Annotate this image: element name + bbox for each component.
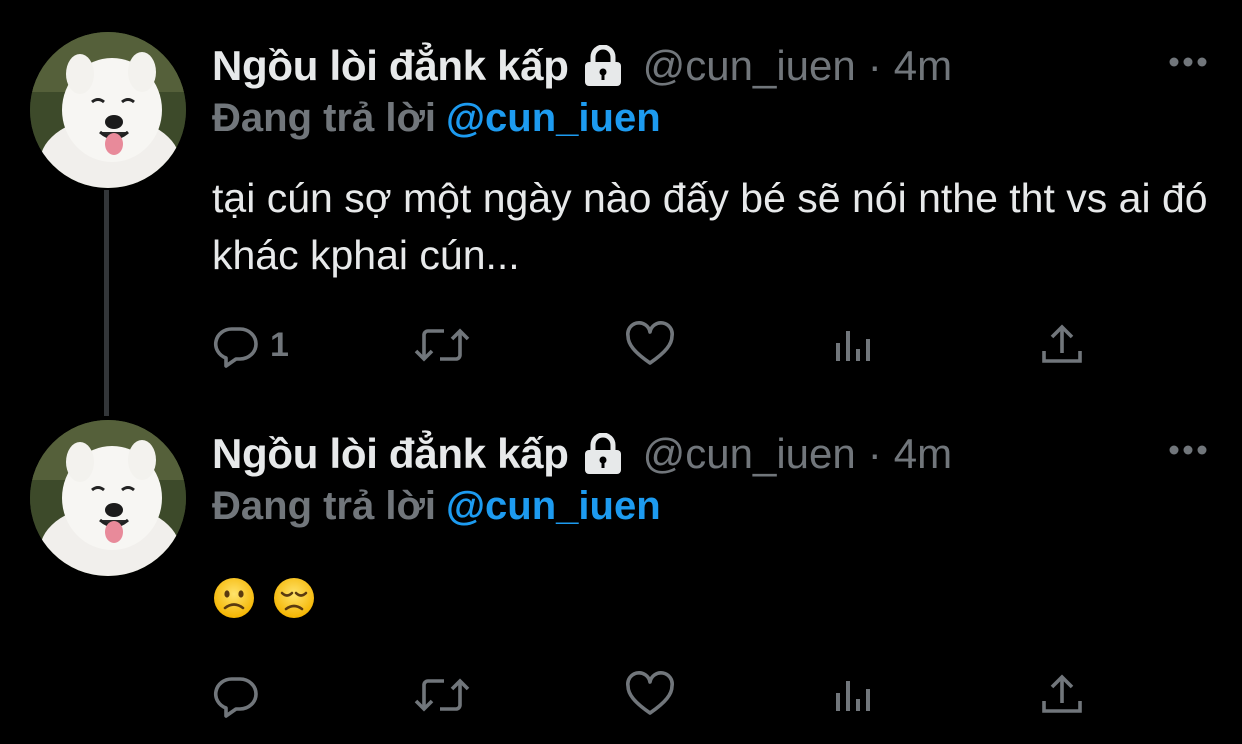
- timestamp[interactable]: 4m: [894, 42, 952, 90]
- user-handle[interactable]: @cun_iuen: [643, 42, 856, 90]
- display-name[interactable]: Ngồu lòi đẳnk kấp: [212, 430, 569, 478]
- lock-icon: [579, 432, 627, 475]
- views-button[interactable]: [832, 670, 876, 720]
- tweet-actions: [212, 670, 1112, 720]
- like-button[interactable]: [624, 320, 676, 370]
- reply-button[interactable]: [212, 670, 270, 720]
- lock-icon: [579, 44, 627, 87]
- share-icon: [1042, 324, 1082, 363]
- disappointed-face-emoji: [272, 576, 316, 620]
- mention-link[interactable]: @cun_iuen: [446, 484, 661, 528]
- slightly-frowning-face-emoji: [212, 576, 256, 620]
- avatar[interactable]: [30, 32, 186, 188]
- like-button[interactable]: [624, 670, 676, 720]
- share-button[interactable]: [1038, 670, 1086, 720]
- replying-to-label: Đang trả lời: [212, 96, 437, 140]
- reply-icon: [213, 677, 258, 718]
- user-handle[interactable]: @cun_iuen: [643, 430, 856, 478]
- retweet-button[interactable]: [412, 320, 472, 370]
- reply-icon: [213, 327, 258, 368]
- replying-to-label: Đang trả lời: [212, 484, 437, 528]
- share-icon: [1042, 674, 1082, 713]
- retweet-icon: [414, 328, 470, 362]
- separator-dot: ·: [867, 430, 882, 477]
- more-icon[interactable]: [1166, 438, 1210, 462]
- timestamp[interactable]: 4m: [894, 430, 952, 478]
- views-button[interactable]: [832, 320, 876, 370]
- replying-to: Đang trả lời @cun_iuen: [212, 484, 661, 529]
- tweet[interactable]: Ngồu lòi đẳnk kấp @cun_iuen · 4m Đang tr…: [0, 0, 1242, 400]
- display-name[interactable]: Ngồu lòi đẳnk kấp: [212, 42, 569, 90]
- separator-dot: ·: [867, 42, 882, 89]
- tweet-text: tại cún sợ một ngày nào đấy bé sẽ nói nt…: [212, 175, 1208, 278]
- share-button[interactable]: [1038, 320, 1086, 370]
- like-icon: [626, 321, 674, 365]
- views-icon: [836, 681, 870, 711]
- tweet-emojis: [212, 576, 316, 620]
- retweet-icon: [414, 678, 470, 712]
- avatar[interactable]: [30, 420, 186, 576]
- replying-to: Đang trả lời @cun_iuen: [212, 96, 661, 141]
- retweet-button[interactable]: [412, 670, 472, 720]
- tweet[interactable]: Ngồu lòi đẳnk kấp @cun_iuen · 4m Đang tr…: [0, 388, 1242, 744]
- tweet-actions: 1: [212, 320, 1112, 370]
- like-icon: [626, 671, 674, 715]
- mention-link[interactable]: @cun_iuen: [446, 96, 661, 140]
- tweet-header: Ngồu lòi đẳnk kấp @cun_iuen · 4m: [212, 426, 952, 482]
- reply-count: 1: [270, 325, 289, 364]
- views-icon: [836, 331, 870, 361]
- more-icon[interactable]: [1166, 50, 1210, 74]
- tweet-header: Ngồu lòi đẳnk kấp @cun_iuen · 4m: [212, 38, 952, 94]
- reply-button[interactable]: 1: [212, 320, 289, 370]
